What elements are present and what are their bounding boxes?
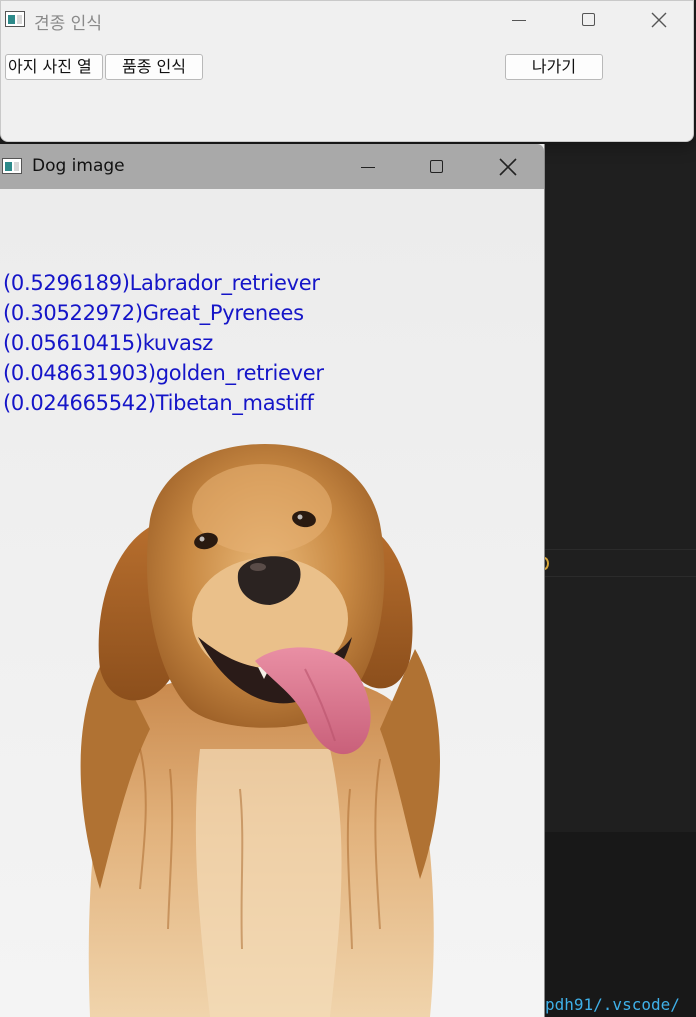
prediction-line: (0.30522972)Great_Pyrenees [3,301,304,325]
maximize-icon[interactable] [430,160,443,173]
prediction-line: (0.048631903)golden_retriever [3,361,324,385]
prediction-line: (0.5296189)Labrador_retriever [3,271,320,295]
minimize-icon[interactable] [361,167,375,168]
editor-divider [545,576,696,577]
main-window-titlebar[interactable]: 견종 인식 [1,1,693,41]
main-window-title: 견종 인식 [34,14,102,34]
app-window-icon [2,158,22,174]
minimize-icon[interactable] [512,20,526,21]
maximize-icon[interactable] [582,13,595,26]
exit-button[interactable]: 나가기 [505,54,603,80]
close-icon[interactable] [648,7,670,33]
recognize-breed-button[interactable]: 품종 인식 [105,54,203,80]
dog-image-canvas: (0.5296189)Labrador_retriever (0.3052297… [0,189,544,1017]
app-window-icon [5,11,25,27]
close-icon[interactable] [497,154,519,180]
prediction-line: (0.024665542)Tibetan_mastiff [3,391,314,415]
terminal-panel [545,832,696,1017]
terminal-path-text: pdh91/.vscode/ [545,995,680,1014]
main-window: 견종 인식 아지 사진 열 품종 인식 나가기 [0,0,694,142]
dog-image-window: Dog image (0.5296189)Labrador_retriever … [0,144,545,1017]
dog-window-title: Dog image [32,156,125,176]
prediction-line: (0.05610415)kuvasz [3,331,213,355]
open-photo-button[interactable]: 아지 사진 열 [5,54,103,80]
editor-divider [545,549,696,550]
dog-window-titlebar[interactable]: Dog image [0,144,544,189]
prediction-list: (0.5296189)Labrador_retriever (0.3052297… [3,268,324,418]
